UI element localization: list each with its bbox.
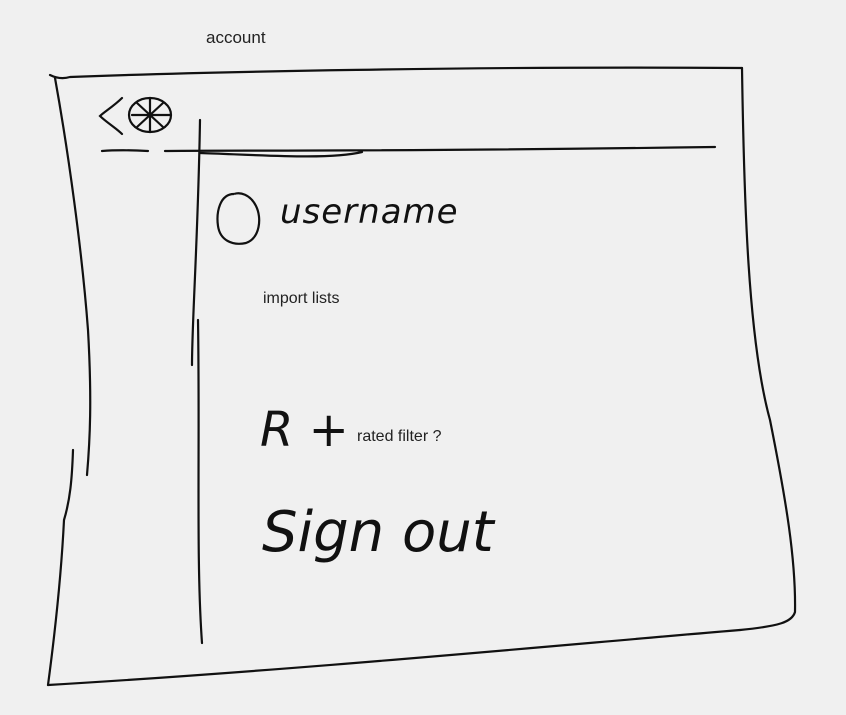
- frame-left-edge: [53, 76, 92, 477]
- chevron-left-icon[interactable]: [96, 94, 130, 138]
- avatar: [216, 192, 261, 245]
- sidebar-divider: [190, 118, 204, 645]
- header-divider: [100, 145, 717, 153]
- rated-filter-toggle[interactable]: rated filter ?: [357, 428, 441, 446]
- gear-icon[interactable]: [126, 94, 176, 136]
- sign-out-button[interactable]: Sign out: [262, 500, 494, 565]
- frame-left-edge-lower: [46, 448, 75, 687]
- r-rated-symbol: R +: [260, 402, 349, 458]
- page-title: account: [206, 28, 266, 47]
- frame-right-edge: [738, 66, 797, 632]
- import-lists-item[interactable]: import lists: [263, 290, 339, 308]
- frame-top-edge: [48, 66, 744, 80]
- frame-bottom-edge: [46, 628, 742, 687]
- username-label: username: [280, 192, 459, 232]
- header-divider-curve: [198, 150, 364, 158]
